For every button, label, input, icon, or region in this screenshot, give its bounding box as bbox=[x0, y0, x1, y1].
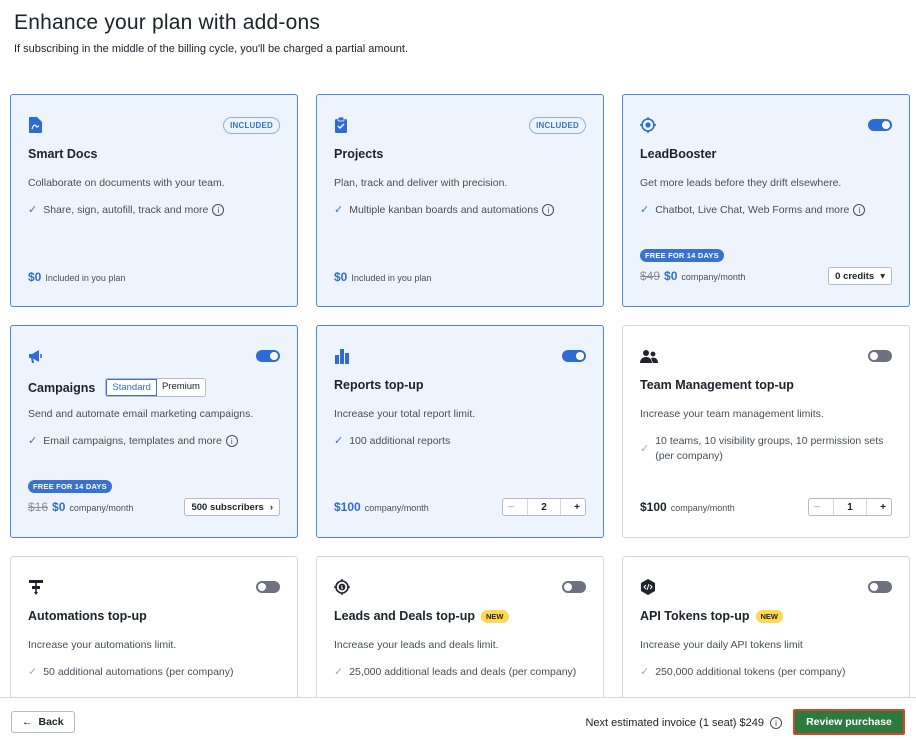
quantity-value[interactable]: 2 bbox=[528, 498, 560, 515]
addon-description: Increase your daily API tokens limit bbox=[640, 639, 803, 651]
addon-price: $0 Included in you plan bbox=[28, 270, 126, 284]
info-icon[interactable]: i bbox=[212, 204, 225, 217]
check-icon: ✓ bbox=[640, 442, 650, 455]
addon-description: Increase your total report limit. bbox=[334, 408, 476, 420]
check-icon: ✓ bbox=[334, 435, 344, 447]
check-icon: ✓ bbox=[640, 204, 650, 216]
free-trial-badge: FREE FOR 14 DAYS bbox=[640, 249, 724, 262]
addon-feature: ✓ Chatbot, Live Chat, Web Forms and more… bbox=[640, 203, 902, 218]
addon-feature: ✓ Share, sign, autofill, track and more i bbox=[28, 203, 290, 218]
addon-name: API Tokens top-up NEW bbox=[640, 609, 783, 623]
addon-price: $0 Included in you plan bbox=[334, 270, 432, 284]
credits-select[interactable]: 0 credits ▾ bbox=[828, 267, 892, 285]
quantity-stepper[interactable]: − 1 + bbox=[808, 498, 892, 516]
tier-option-standard[interactable]: Standard bbox=[106, 379, 157, 396]
addon-name: Reports top-up bbox=[334, 378, 424, 392]
addon-card-campaigns: Campaigns Standard Premium Send and auto… bbox=[10, 325, 298, 538]
projects-clipboard-icon bbox=[334, 116, 350, 133]
addon-name: Projects bbox=[334, 147, 384, 161]
decrement-button[interactable]: − bbox=[508, 502, 514, 513]
addon-feature: ✓ 100 additional reports bbox=[334, 435, 451, 447]
addon-card-leadbooster: LeadBooster Get more leads before they d… bbox=[622, 94, 910, 307]
check-icon: ✓ bbox=[334, 666, 344, 678]
addon-description: Send and automate email marketing campai… bbox=[28, 408, 254, 420]
addon-description: Increase your team management limits. bbox=[640, 408, 824, 420]
addon-name: Leads and Deals top-up NEW bbox=[334, 609, 509, 623]
addon-name: LeadBooster bbox=[640, 147, 717, 161]
page-subtitle: If subscribing in the middle of the bill… bbox=[14, 43, 409, 55]
addon-price: $16 $0 company/month bbox=[28, 500, 134, 514]
review-purchase-button[interactable]: Review purchase bbox=[793, 709, 905, 735]
plan-tier-selector[interactable]: Standard Premium bbox=[105, 378, 206, 397]
addon-toggle[interactable] bbox=[868, 350, 892, 362]
addon-card-smart-docs: INCLUDED Smart Docs Collaborate on docum… bbox=[10, 94, 298, 307]
quantity-stepper[interactable]: − 2 + bbox=[502, 498, 586, 516]
addon-toggle[interactable] bbox=[868, 581, 892, 593]
check-icon: ✓ bbox=[28, 666, 38, 678]
new-badge: NEW bbox=[755, 609, 783, 623]
addon-description: Collaborate on documents with your team. bbox=[28, 177, 225, 189]
dollar-target-icon: $ bbox=[334, 579, 350, 595]
addon-feature: ✓ 50 additional automations (per company… bbox=[28, 666, 234, 678]
info-icon[interactable]: i bbox=[225, 435, 238, 448]
new-badge: NEW bbox=[481, 609, 509, 623]
target-icon bbox=[640, 117, 656, 133]
check-icon: ✓ bbox=[28, 204, 38, 216]
info-icon[interactable]: i bbox=[542, 204, 555, 217]
addon-description: Increase your automations limit. bbox=[28, 639, 177, 651]
addon-card-projects: INCLUDED Projects Plan, track and delive… bbox=[316, 94, 604, 307]
addon-feature: ✓ 25,000 additional leads and deals (per… bbox=[334, 666, 577, 678]
chevron-right-icon: › bbox=[269, 501, 273, 513]
addon-name: Team Management top-up bbox=[640, 378, 794, 392]
tier-option-premium[interactable]: Premium bbox=[156, 379, 205, 396]
addon-feature: ✓ Email campaigns, templates and more i bbox=[28, 434, 290, 449]
api-code-icon bbox=[640, 579, 656, 595]
arrow-left-icon: ← bbox=[22, 716, 33, 728]
addon-toggle[interactable] bbox=[868, 119, 892, 131]
check-icon: ✓ bbox=[334, 204, 344, 216]
bar-chart-icon bbox=[334, 348, 350, 364]
page-title: Enhance your plan with add-ons bbox=[14, 11, 321, 34]
check-icon: ✓ bbox=[640, 666, 650, 678]
addon-price: $49 $0 company/month bbox=[640, 269, 746, 283]
addon-toggle[interactable] bbox=[562, 581, 586, 593]
addon-price: $100 company/month bbox=[640, 500, 735, 514]
quantity-value[interactable]: 1 bbox=[834, 498, 866, 515]
back-button[interactable]: ← Back bbox=[11, 711, 75, 733]
addon-feature: ✓ 10 teams, 10 visibility groups, 10 per… bbox=[640, 435, 884, 462]
addon-description: Get more leads before they drift elsewhe… bbox=[640, 177, 842, 189]
free-trial-badge: FREE FOR 14 DAYS bbox=[28, 480, 112, 493]
addon-toggle[interactable] bbox=[562, 350, 586, 362]
smart-docs-icon bbox=[28, 117, 44, 133]
included-badge: INCLUDED bbox=[223, 117, 280, 134]
addon-feature: ✓ 250,000 additional tokens (per company… bbox=[640, 666, 846, 678]
increment-button[interactable]: + bbox=[880, 502, 886, 513]
caret-down-icon: ▾ bbox=[880, 270, 885, 282]
addon-feature: ✓ Multiple kanban boards and automations… bbox=[334, 203, 596, 218]
addon-name: Automations top-up bbox=[28, 609, 147, 623]
estimated-invoice: Next estimated invoice (1 seat) $249 i bbox=[585, 717, 782, 729]
svg-text:$: $ bbox=[340, 585, 343, 591]
addon-name: Campaigns Standard Premium bbox=[28, 378, 206, 397]
megaphone-icon bbox=[28, 348, 44, 364]
increment-button[interactable]: + bbox=[574, 502, 580, 513]
footer-bar: ← Back Next estimated invoice (1 seat) $… bbox=[0, 697, 916, 740]
addon-name: Smart Docs bbox=[28, 147, 98, 161]
addon-card-team-management-topup: Team Management top-up Increase your tea… bbox=[622, 325, 910, 538]
automation-icon bbox=[28, 579, 44, 595]
info-icon[interactable]: i bbox=[770, 717, 782, 729]
decrement-button[interactable]: − bbox=[814, 502, 820, 513]
addon-card-reports-topup: Reports top-up Increase your total repor… bbox=[316, 325, 604, 538]
addon-toggle[interactable] bbox=[256, 350, 280, 362]
addon-toggle[interactable] bbox=[256, 581, 280, 593]
info-icon[interactable]: i bbox=[853, 204, 866, 217]
addon-description: Increase your leads and deals limit. bbox=[334, 639, 499, 651]
subscribers-select[interactable]: 500 subscribers › bbox=[184, 498, 280, 516]
addon-price: $100 company/month bbox=[334, 500, 429, 514]
included-badge: INCLUDED bbox=[529, 117, 586, 134]
team-icon bbox=[640, 348, 658, 364]
addon-description: Plan, track and deliver with precision. bbox=[334, 177, 508, 189]
check-icon: ✓ bbox=[28, 435, 38, 447]
